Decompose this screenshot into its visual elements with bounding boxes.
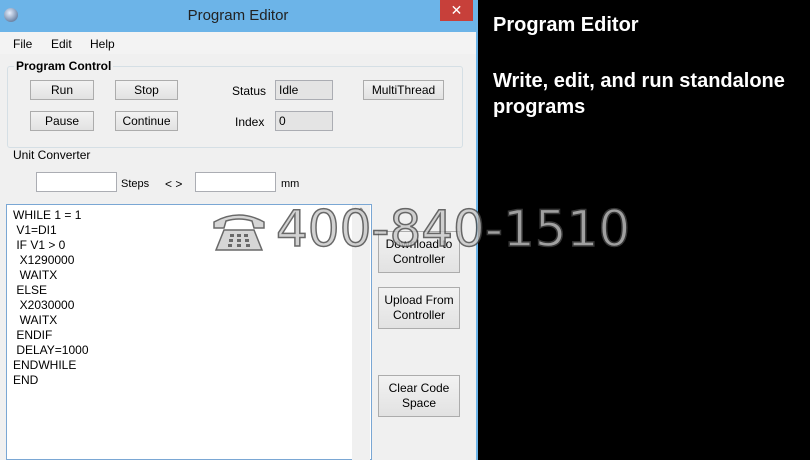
code-line: WAITX (13, 313, 58, 327)
steps-input[interactable] (36, 172, 117, 192)
menu-help[interactable]: Help (90, 37, 115, 51)
code-line: DELAY=1000 (13, 343, 89, 357)
menu-bar: File Edit Help (0, 32, 476, 54)
mm-label: mm (281, 178, 300, 190)
clear-button-label: Clear Code Space (388, 381, 450, 410)
code-line: ELSE (13, 283, 48, 297)
steps-label: Steps (121, 178, 150, 190)
pause-button[interactable]: Pause (30, 111, 94, 131)
convert-arrows: < > (165, 177, 183, 191)
stop-button[interactable]: Stop (115, 80, 178, 100)
phone-watermark: 400-840-1510 (210, 198, 631, 260)
program-control-group (7, 66, 463, 148)
code-line: WHILE 1 = 1 (13, 208, 82, 222)
continue-button[interactable]: Continue (115, 111, 178, 131)
code-line: X2030000 (13, 298, 75, 312)
upload-from-controller-button[interactable]: Upload From Controller (378, 287, 460, 329)
close-button[interactable]: ✕ (440, 0, 473, 21)
info-description: Write, edit, and run standalone programs (493, 70, 785, 118)
info-title: Program Editor (493, 14, 639, 36)
code-line: ENDIF (13, 328, 53, 342)
menu-edit[interactable]: Edit (51, 37, 72, 51)
code-line: END (13, 373, 39, 387)
code-line: V1=DI1 (13, 223, 57, 237)
index-value: 0 (275, 111, 333, 131)
window-title: Program Editor (187, 7, 289, 24)
telephone-icon (213, 214, 265, 251)
upload-button-label: Upload From Controller (384, 293, 454, 322)
mm-input[interactable] (195, 172, 276, 192)
code-line: WAITX (13, 268, 58, 282)
menu-file[interactable]: File (13, 37, 32, 51)
watermark-number: 400-840-1510 (275, 199, 631, 259)
unit-converter-label: Unit Converter (13, 148, 91, 162)
title-bar[interactable]: Program Editor ✕ (0, 0, 476, 32)
index-label: Index (235, 115, 265, 129)
multithread-button[interactable]: MultiThread (363, 80, 444, 100)
status-value: Idle (275, 80, 333, 100)
clear-code-space-button[interactable]: Clear Code Space (378, 375, 460, 417)
run-button[interactable]: Run (30, 80, 94, 100)
program-control-label: Program Control (14, 59, 114, 73)
status-label: Status (232, 84, 267, 98)
code-line: X1290000 (13, 253, 75, 267)
code-line: IF V1 > 0 (13, 238, 66, 252)
code-line: ENDWHILE (13, 358, 77, 372)
